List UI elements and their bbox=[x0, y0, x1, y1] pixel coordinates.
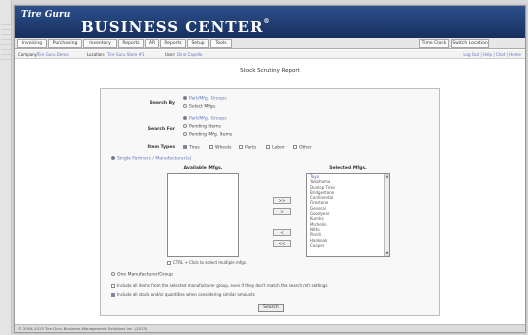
checkbox-icon[interactable] bbox=[183, 145, 187, 149]
selected-mfgs-items: Toyo Yokohama Dunlop Tires Bridgestone Conti… bbox=[307, 174, 389, 248]
search-by-option-mfgs-label: Select Mfgs. bbox=[189, 104, 217, 110]
left-window-strip bbox=[0, 0, 12, 335]
available-mfgs-listbox[interactable] bbox=[167, 173, 239, 257]
nav-tab-setup[interactable]: Setup bbox=[187, 39, 209, 48]
header-banner: Tire Guru BUSINESS CENTER® bbox=[15, 6, 525, 38]
search-for-option-groups[interactable]: Part/Mfg. Groups bbox=[183, 116, 227, 122]
search-by-option-groups[interactable]: Part/Mfg. Groups bbox=[183, 96, 227, 102]
list-item[interactable]: Cooper bbox=[307, 243, 389, 248]
search-for-label: Search For bbox=[147, 127, 175, 132]
left-strip-lines bbox=[1, 20, 11, 60]
item-type-labor[interactable]: Labor bbox=[266, 145, 285, 151]
radio-icon[interactable] bbox=[111, 156, 115, 160]
selected-mfgs-scrollbar[interactable]: ▲ ▼ bbox=[384, 174, 389, 256]
search-for-option-pending-mfg-label: Pending Mfg. Items bbox=[189, 132, 233, 138]
item-type-wheels-label: Wheels bbox=[215, 145, 232, 151]
move-all-left-button[interactable]: << bbox=[273, 240, 291, 247]
search-button[interactable]: Search bbox=[258, 304, 284, 312]
footer: © 2004-2013 Tire Guru Business Managemen… bbox=[15, 324, 525, 332]
radio-icon[interactable] bbox=[111, 272, 115, 276]
available-mfgs-title: Available Mfgs. bbox=[183, 166, 223, 171]
app-window: Tire Guru BUSINESS CENTER® Invoicing Pur… bbox=[14, 5, 526, 333]
main-nav: Invoicing Purchasing Inventory Reports A… bbox=[15, 38, 525, 49]
search-for-option-groups-label: Part/Mfg. Groups bbox=[189, 116, 227, 122]
radio-icon[interactable] bbox=[183, 104, 187, 108]
item-type-tires-label: Tires bbox=[189, 145, 200, 151]
include-group-items-option[interactable]: Include all items from the selected manu… bbox=[111, 283, 327, 288]
selected-mfgs-listbox[interactable]: Toyo Yokohama Dunlop Tires Bridgestone Conti… bbox=[306, 173, 390, 257]
search-by-label: Search By bbox=[149, 101, 175, 106]
item-type-tires[interactable]: Tires bbox=[183, 145, 200, 151]
search-by-option-mfgs[interactable]: Select Mfgs. bbox=[183, 104, 216, 110]
include-group-items-label: Include all items from the selected manu… bbox=[117, 283, 328, 288]
group-option[interactable]: One Manufacturer/Group bbox=[111, 272, 173, 278]
company-link[interactable]: Tire Guru Demo bbox=[37, 50, 69, 59]
user-label: User: bbox=[165, 52, 176, 57]
page-title: Stock Scrutiny Report bbox=[240, 68, 300, 74]
nav-tab-reports[interactable]: Reports bbox=[118, 39, 144, 48]
item-type-wheels[interactable]: Wheels bbox=[209, 145, 231, 151]
radio-icon[interactable] bbox=[183, 124, 187, 128]
radio-icon[interactable] bbox=[183, 96, 187, 100]
nav-tab-ar[interactable]: AR bbox=[145, 39, 159, 48]
nav-tab-tools[interactable]: Tools bbox=[210, 39, 232, 48]
time-clock-button[interactable]: Time Clock bbox=[419, 39, 449, 48]
checkbox-icon[interactable] bbox=[239, 145, 243, 149]
checkbox-icon[interactable] bbox=[293, 145, 297, 149]
nav-tab-purchasing[interactable]: Purchasing bbox=[48, 39, 82, 48]
radio-icon[interactable] bbox=[183, 132, 187, 136]
brand-tm: ® bbox=[263, 18, 271, 25]
top-right-links[interactable]: Log Out | Help | Chat | Home bbox=[463, 50, 521, 59]
nav-tab-reports-2[interactable]: Reports bbox=[160, 39, 186, 48]
include-all-stock-option[interactable]: Include all stock and/or quantities when… bbox=[111, 292, 255, 297]
search-for-option-pending-mfg[interactable]: Pending Mfg. Items bbox=[183, 132, 232, 138]
selected-mfgs-title: Selected Mfgs. bbox=[329, 166, 367, 171]
switch-location-button[interactable]: Switch Location bbox=[451, 39, 489, 48]
radio-icon[interactable] bbox=[183, 116, 187, 120]
move-left-button[interactable]: < bbox=[273, 229, 291, 236]
move-right-button[interactable]: > bbox=[273, 208, 291, 215]
search-for-option-pending[interactable]: Pending Items bbox=[183, 124, 221, 130]
checkbox-icon[interactable] bbox=[266, 145, 270, 149]
brand-title-text: BUSINESS CENTER bbox=[81, 18, 264, 36]
search-for-option-pending-label: Pending Items bbox=[189, 124, 222, 130]
location-link[interactable]: Tire Guru Store #1 bbox=[107, 50, 145, 59]
move-all-right-button[interactable]: >> bbox=[273, 197, 291, 204]
ctrl-hint-text: CTRL + Click to select multiple mfgs. bbox=[173, 260, 248, 265]
ctrl-hint: CTRL + Click to select multiple mfgs. bbox=[167, 260, 247, 265]
scroll-down-icon[interactable]: ▼ bbox=[385, 251, 389, 256]
brand-title: BUSINESS CENTER® bbox=[81, 18, 270, 36]
checkbox-icon[interactable] bbox=[209, 145, 213, 149]
item-type-parts-label: Parts bbox=[245, 145, 257, 151]
location-label: Location: bbox=[87, 52, 106, 57]
user-link[interactable]: Dino Capello bbox=[177, 50, 202, 59]
include-all-stock-label: Include all stock and/or quantities when… bbox=[117, 292, 255, 297]
item-types-label: Item Types bbox=[147, 145, 175, 150]
item-type-labor-label: Labor bbox=[272, 145, 285, 151]
item-type-other-label: Other bbox=[299, 145, 312, 151]
item-type-parts[interactable]: Parts bbox=[239, 145, 256, 151]
single-mfg-option-label: Single Partners / Manufacturer(s) bbox=[117, 156, 192, 162]
nav-tab-inventory[interactable]: Inventory bbox=[83, 39, 117, 48]
scroll-up-icon[interactable]: ▲ bbox=[385, 174, 389, 179]
brand-small-logo: Tire Guru bbox=[21, 10, 71, 20]
group-option-label: One Manufacturer/Group bbox=[117, 272, 173, 278]
checkbox-icon bbox=[167, 261, 171, 265]
single-mfg-option[interactable]: Single Partners / Manufacturer(s) bbox=[111, 156, 191, 162]
context-bar: Company: Tire Guru Demo Location: Tire G… bbox=[15, 50, 525, 59]
item-type-other[interactable]: Other bbox=[293, 145, 312, 151]
company-label: Company: bbox=[18, 52, 39, 57]
checkbox-icon[interactable] bbox=[111, 284, 115, 288]
checkbox-icon[interactable] bbox=[111, 293, 115, 297]
nav-tab-invoicing[interactable]: Invoicing bbox=[17, 39, 47, 48]
search-by-option-groups-label: Part/Mfg. Groups bbox=[189, 96, 227, 102]
report-form-panel: Search By Part/Mfg. Groups Select Mfgs. … bbox=[100, 88, 440, 316]
